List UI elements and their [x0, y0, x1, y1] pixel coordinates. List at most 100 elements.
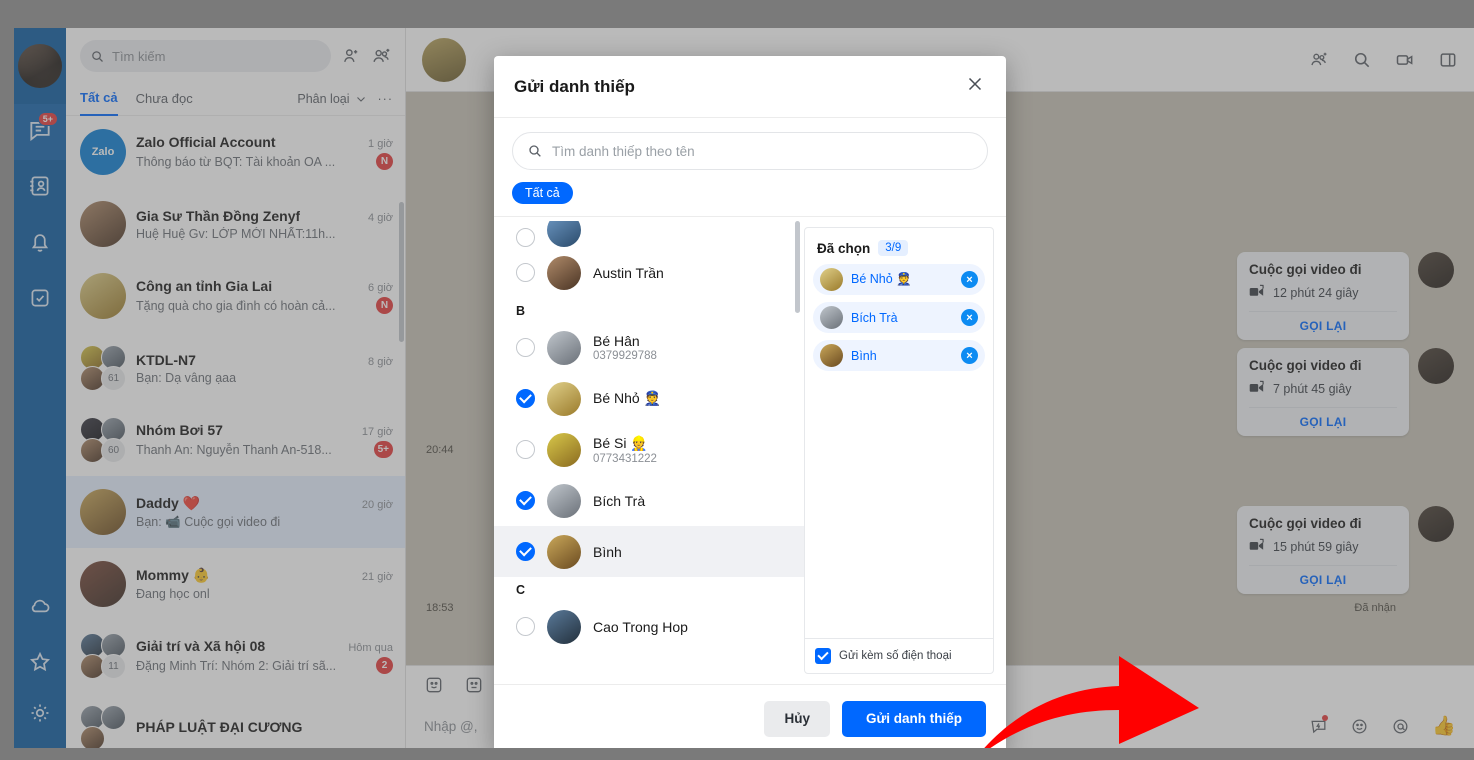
add-member-icon[interactable] — [1309, 50, 1330, 70]
sidebar-item-contacts[interactable] — [14, 160, 66, 216]
sticker-icon[interactable] — [424, 675, 444, 695]
chevron-down-icon — [355, 93, 367, 105]
remove-icon[interactable]: × — [961, 309, 978, 326]
more-options-icon[interactable]: ··· — [378, 92, 394, 106]
gear-icon — [27, 700, 53, 731]
contact-list-scrollbar[interactable] — [795, 221, 800, 313]
group-member-count: 60 — [101, 438, 126, 463]
list-item[interactable]: 11 Giải trí và Xã hội 08 Hôm qua Đặng Minh … — [66, 620, 405, 692]
call-duration: 12 phút 24 giây — [1273, 286, 1359, 300]
contact-row[interactable]: Austin Trần — [494, 247, 804, 298]
contact-name: Cao Trong Hop — [593, 618, 688, 635]
conversation-list[interactable]: Zalo Zalo Official Account 1 giờ Thông báo … — [66, 116, 405, 748]
contact-name: Bé Hân — [593, 333, 640, 349]
filter-chip-all[interactable]: Tất cả — [512, 182, 573, 204]
include-phone-label: Gửi kèm số điện thoại — [839, 650, 952, 662]
modal-filter-row: Tất cả — [494, 170, 1006, 216]
sidebar-item-cloud[interactable] — [14, 580, 66, 636]
filter-dropdown[interactable]: Phân loại ··· — [297, 92, 393, 106]
messages-badge: 5+ — [37, 112, 58, 126]
contact-row[interactable]: Bé Hân 0379929788 — [494, 322, 804, 373]
add-user-icon[interactable] — [341, 46, 361, 66]
list-item[interactable]: PHÁP LUẬT ĐẠI CƯƠNG — [66, 692, 405, 748]
call-back-link[interactable]: GỌI LẠI — [1249, 311, 1397, 340]
tab-unread[interactable]: Chưa đọc — [136, 82, 193, 116]
sidebar-item-todo[interactable] — [14, 272, 66, 328]
list-item[interactable]: Mommy 👶 21 giờ Đang học onl — [66, 548, 405, 620]
contact-search-placeholder: Tìm danh thiếp theo tên — [552, 143, 695, 159]
avatar — [547, 255, 581, 290]
video-call-icon[interactable] — [1394, 50, 1416, 70]
conversation-preview: Bạn: 📹 Cuộc gọi video đi — [136, 514, 281, 529]
contact-row[interactable]: Bé Nhỏ 👮 — [494, 373, 804, 424]
contact-checkbox[interactable] — [516, 263, 535, 282]
call-duration: 7 phút 45 giây — [1273, 382, 1352, 396]
unread-badge: N — [376, 297, 393, 314]
selected-count: 3/9 — [878, 240, 909, 256]
modal-title: Gửi danh thiếp — [514, 76, 635, 96]
image-icon[interactable] — [464, 675, 484, 695]
annotation-arrow — [944, 648, 1204, 748]
add-group-icon[interactable] — [371, 46, 393, 66]
call-title: Cuộc gọi video đi — [1249, 516, 1362, 531]
contact-search-input[interactable]: Tìm danh thiếp theo tên — [512, 132, 988, 170]
list-item[interactable]: Daddy ❤️ 20 giờ Bạn: 📹 Cuộc gọi video đi — [66, 476, 405, 548]
avatar — [547, 534, 581, 569]
contact-list[interactable]: Austin Trần B Bé Hân 0379929788 Bé Nhỏ 👮 Bé S… — [494, 217, 804, 684]
call-back-link[interactable]: GỌI LẠI — [1249, 407, 1397, 436]
conversation-preview: Huệ Huệ Gv: LỚP MỚI NHẤT:11h... — [136, 226, 336, 241]
contact-checkbox[interactable] — [516, 338, 535, 357]
contact-row[interactable] — [494, 221, 804, 247]
quick-reply-icon[interactable] — [1309, 714, 1329, 736]
modal-footer: Hủy Gửi danh thiếp — [494, 684, 1006, 748]
contact-row[interactable]: Bé Si 👷 0773431222 — [494, 424, 804, 475]
mention-icon[interactable] — [1391, 717, 1410, 736]
avatar — [80, 201, 126, 247]
star-icon — [27, 649, 53, 680]
list-item[interactable]: 61 KTDL-N7 8 giờ Bạn: Dạ vâng ạaa — [66, 332, 405, 404]
sidebar-item-messages[interactable]: 5+ — [14, 104, 66, 160]
thumbs-up-icon[interactable]: 👍 — [1432, 717, 1456, 736]
avatar[interactable] — [18, 44, 62, 88]
call-duration-row: 7 phút 45 giây — [1249, 380, 1397, 398]
conversation-time: 17 giờ — [361, 426, 393, 438]
sidebar-item-favorites[interactable] — [14, 636, 66, 692]
list-item[interactable]: Gia Sư Thần Đồng Zenyf 4 giờ Huệ Huệ Gv: L… — [66, 188, 405, 260]
contact-checkbox[interactable] — [516, 542, 535, 561]
contact-checkbox[interactable] — [516, 228, 535, 247]
sidebar-item-notifications[interactable] — [14, 216, 66, 272]
search-input[interactable]: Tìm kiếm — [80, 40, 331, 72]
call-back-link[interactable]: GỌI LẠI — [1249, 565, 1397, 594]
contact-checkbox[interactable] — [516, 617, 535, 636]
list-item[interactable]: 60 Nhóm Bơi 57 17 giờ Thanh An: Nguyễn Than… — [66, 404, 405, 476]
tab-all[interactable]: Tất cả — [80, 82, 118, 116]
chat-header-avatar[interactable] — [422, 37, 466, 82]
search-icon[interactable] — [1352, 50, 1372, 70]
call-log-bubble[interactable]: Cuộc gọi video đi 7 phút 45 giây GỌI LẠI — [1237, 348, 1409, 436]
cancel-button[interactable]: Hủy — [764, 700, 830, 737]
conversation-name: PHÁP LUẬT ĐẠI CƯƠNG — [136, 718, 303, 735]
remove-icon[interactable]: × — [961, 347, 978, 364]
selected-header: Đã chọn 3/9 — [805, 228, 993, 264]
contact-row[interactable]: Bích Trà — [494, 475, 804, 526]
remove-icon[interactable]: × — [961, 271, 978, 288]
contact-checkbox[interactable] — [516, 389, 535, 408]
sidebar-toggle-icon[interactable] — [1438, 50, 1458, 70]
contact-row[interactable]: Bình — [494, 526, 804, 577]
call-log-bubble[interactable]: Cuộc gọi video đi 12 phút 24 giây GỌI LẠI — [1237, 252, 1409, 340]
contact-phone: 0379929788 — [593, 350, 657, 362]
include-phone-checkbox[interactable] — [815, 648, 831, 664]
send-contact-card-modal: Gửi danh thiếp Tìm danh thiếp theo tên T… — [494, 56, 1006, 748]
emoji-icon[interactable] — [1350, 717, 1369, 736]
contact-name: Bích Trà — [593, 492, 646, 509]
close-icon[interactable] — [964, 73, 986, 100]
contact-checkbox[interactable] — [516, 440, 535, 459]
contact-checkbox[interactable] — [516, 491, 535, 510]
group-member-count: 61 — [101, 366, 126, 391]
list-item[interactable]: Công an tỉnh Gia Lai 6 giờ Tặng quà cho gi… — [66, 260, 405, 332]
list-item[interactable]: Zalo Zalo Official Account 1 giờ Thông báo … — [66, 116, 405, 188]
contact-row[interactable]: Cao Trong Hop — [494, 601, 804, 652]
sidebar-item-settings[interactable] — [14, 692, 66, 748]
call-log-bubble[interactable]: Cuộc gọi video đi 15 phút 59 giây GỌI LẠI — [1237, 506, 1409, 594]
conversation-name: Nhóm Bơi 57 — [136, 422, 223, 438]
